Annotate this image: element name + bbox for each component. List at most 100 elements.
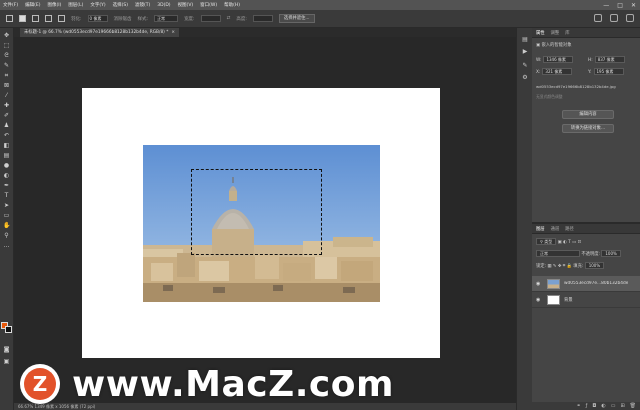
history-brush-tool-icon[interactable]: ↶ — [3, 132, 10, 139]
lock-icons[interactable]: ▦ ✎ ✥ ⌗ 🔒 — [547, 264, 573, 269]
healing-tool-icon[interactable]: ✚ — [3, 102, 10, 109]
dodge-tool-icon[interactable]: ◐ — [3, 172, 10, 179]
marquee-preset-icon[interactable] — [6, 15, 13, 22]
close-tab-icon[interactable]: × — [171, 30, 175, 35]
eye-icon[interactable]: ◉ — [536, 297, 544, 303]
layer-thumbnail — [547, 278, 560, 289]
tab-properties[interactable]: 属性 — [536, 30, 545, 36]
layer-row[interactable]: ◉ 背景 — [532, 292, 640, 308]
y-input[interactable]: 195 像素 — [593, 68, 624, 75]
rectangle-tool-icon[interactable]: ▭ — [3, 212, 10, 219]
edit-contents-button[interactable]: 编辑内容 — [562, 110, 614, 119]
zoom-tool-icon[interactable]: ⚲ — [3, 232, 10, 239]
menu-image[interactable]: 图像(I) — [47, 2, 61, 8]
intersect-selection-icon[interactable] — [58, 15, 65, 22]
menu-3d[interactable]: 3D(D) — [157, 3, 170, 8]
hand-tool-icon[interactable]: ✋ — [3, 222, 10, 229]
marquee-tool-icon[interactable]: ⬚ — [3, 42, 10, 49]
tab-paths[interactable]: 路径 — [565, 226, 574, 232]
menu-select[interactable]: 选择(S) — [113, 2, 128, 8]
folder-icon[interactable]: ▭ — [611, 403, 616, 409]
actions-icon[interactable]: ▶ — [521, 48, 529, 56]
convert-linked-button[interactable]: 转换为链接对象... — [562, 124, 614, 133]
x-row: X: 321 像素 — [536, 68, 573, 75]
pen-tool-icon[interactable]: ✒ — [3, 182, 10, 189]
y-row: Y: 195 像素 — [588, 68, 624, 75]
clone-source-icon[interactable]: ⚙ — [521, 74, 529, 82]
add-selection-icon[interactable] — [32, 15, 39, 22]
antialias-checkbox[interactable]: 消除锯齿 — [114, 16, 132, 22]
background-color-swatch[interactable] — [5, 326, 12, 333]
width-input[interactable] — [200, 15, 221, 22]
blur-tool-icon[interactable]: ● — [3, 162, 10, 169]
w-input[interactable]: 1346 像素 — [543, 56, 574, 63]
path-select-tool-icon[interactable]: ➤ — [3, 202, 10, 209]
watermark-logo-letter: Z — [24, 368, 56, 400]
x-input[interactable]: 321 像素 — [542, 68, 573, 75]
layer-filter-select[interactable]: ⚲ 类型 — [536, 238, 557, 245]
new-layer-icon[interactable]: ⊞ — [620, 403, 624, 409]
minimize-button[interactable]: — — [603, 2, 609, 9]
brush-tool-icon[interactable]: ✐ — [3, 112, 10, 119]
subtract-selection-icon[interactable] — [45, 15, 52, 22]
fx-icon[interactable]: ƒ — [586, 403, 588, 409]
more-tools-icon[interactable]: … — [3, 242, 10, 249]
fill-input[interactable]: 100% — [584, 262, 605, 269]
quick-mask-icon[interactable]: ◙ — [3, 346, 10, 353]
share-icon[interactable] — [626, 14, 634, 22]
menu-bar: 文件(F) 编辑(E) 图像(I) 图层(L) 文字(Y) 选择(S) 滤镜(T… — [0, 0, 640, 10]
eyedropper-tool-icon[interactable]: ⁄ — [3, 92, 10, 99]
options-bar: 羽化: 0 像素 消除锯齿 样式: 正常 宽度: ⇄ 高度: 选择并遮住... — [0, 10, 640, 28]
select-and-mask-button[interactable]: 选择并遮住... — [278, 14, 315, 23]
history-icon[interactable]: ▤ — [521, 36, 529, 44]
tab-layers[interactable]: 图层 — [536, 226, 545, 232]
trash-icon[interactable]: 🗑 — [630, 403, 636, 409]
menu-view[interactable]: 视图(V) — [178, 2, 194, 8]
menu-edit[interactable]: 编辑(E) — [25, 2, 40, 8]
blend-mode-select[interactable]: 正常 — [536, 250, 580, 257]
menu-file[interactable]: 文件(F) — [3, 2, 18, 8]
adjustment-icon[interactable]: ◐ — [601, 403, 605, 409]
menu-help[interactable]: 帮助(H) — [224, 2, 240, 8]
search-icon[interactable] — [594, 14, 602, 22]
tab-adjustments[interactable]: 调整 — [551, 30, 560, 36]
tab-channels[interactable]: 通道 — [551, 226, 560, 232]
tab-libraries[interactable]: 库 — [565, 30, 569, 36]
crop-tool-icon[interactable]: ⌗ — [3, 72, 10, 79]
canvas-workspace[interactable] — [14, 37, 516, 403]
maximize-button[interactable]: □ — [617, 2, 623, 9]
clone-stamp-tool-icon[interactable]: ♟ — [3, 122, 10, 129]
lasso-tool-icon[interactable]: ᘓ — [3, 52, 10, 59]
menu-window[interactable]: 窗口(W) — [200, 2, 217, 8]
workspace-icon[interactable] — [610, 14, 618, 22]
frame-tool-icon[interactable]: ⊠ — [3, 82, 10, 89]
h-input[interactable]: 837 像素 — [594, 56, 625, 63]
type-tool-icon[interactable]: T — [3, 192, 10, 199]
document-canvas[interactable] — [82, 88, 440, 358]
opacity-input[interactable]: 100% — [601, 250, 621, 257]
style-select[interactable]: 正常 — [154, 15, 179, 22]
brush-settings-icon[interactable]: ✎ — [521, 62, 529, 70]
move-tool-icon[interactable]: ✥ — [3, 32, 10, 39]
eraser-tool-icon[interactable]: ◧ — [3, 142, 10, 149]
screen-mode-icon[interactable]: ▣ — [3, 358, 10, 365]
new-selection-icon[interactable] — [19, 15, 26, 22]
mask-icon[interactable]: ◘ — [592, 403, 596, 409]
height-input[interactable] — [252, 15, 273, 22]
selection-marquee[interactable] — [191, 169, 322, 255]
layer-row[interactable]: ◉ wd0553ecd97e...80b132b4de — [532, 276, 640, 292]
menu-filter[interactable]: 滤镜(T) — [135, 2, 150, 8]
gradient-tool-icon[interactable]: ▤ — [3, 152, 10, 159]
quick-select-tool-icon[interactable]: ✎ — [3, 62, 10, 69]
layers-tabs: 图层 通道 路径 — [532, 224, 640, 234]
menu-type[interactable]: 文字(Y) — [90, 2, 105, 8]
feather-input[interactable]: 0 像素 — [87, 15, 108, 22]
swap-icon[interactable]: ⇄ — [227, 16, 231, 21]
x-label: X: — [536, 70, 541, 75]
menu-layer[interactable]: 图层(L) — [68, 2, 83, 8]
eye-icon[interactable]: ◉ — [536, 281, 544, 287]
filter-icons[interactable]: ▣ ◐ T ▭ ⊡ — [558, 240, 582, 245]
close-button[interactable]: ✕ — [631, 2, 636, 9]
link-icon[interactable]: ⚭ — [576, 403, 580, 409]
document-tab[interactable]: 未标题-1 @ 66.7% (wd0553ecd97e19666b8128b13… — [20, 28, 179, 37]
